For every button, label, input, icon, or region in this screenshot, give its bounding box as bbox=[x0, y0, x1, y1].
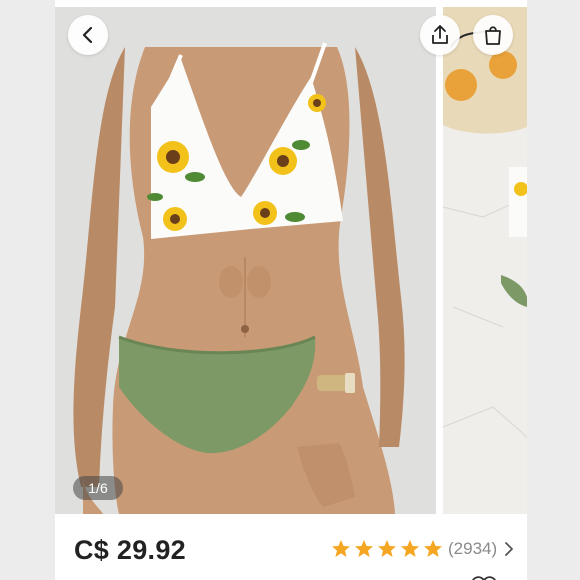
chevron-left-icon bbox=[82, 26, 93, 44]
back-button[interactable] bbox=[68, 15, 108, 55]
share-button[interactable] bbox=[420, 15, 460, 55]
model-photo bbox=[55, 7, 436, 514]
star-icon bbox=[424, 540, 442, 557]
star-icon bbox=[401, 540, 419, 557]
review-count: (2934) bbox=[448, 539, 498, 558]
shopping-bag-icon bbox=[485, 26, 501, 45]
chevron-right-icon bbox=[505, 542, 514, 556]
product-price: C$ 29.92 bbox=[74, 535, 186, 565]
heart-icon[interactable] bbox=[469, 574, 499, 580]
share-icon bbox=[432, 25, 448, 44]
shopping-bag-button[interactable] bbox=[473, 15, 513, 55]
rating-summary[interactable]: (2934) bbox=[331, 539, 515, 559]
star-icon bbox=[378, 540, 396, 557]
product-screen: 1/6 C$ 29.92 (2934) bbox=[55, 0, 527, 580]
star-icon bbox=[332, 540, 350, 557]
product-image-gallery[interactable]: 1/6 bbox=[55, 0, 527, 514]
product-next-image[interactable] bbox=[443, 7, 527, 514]
star-icon bbox=[355, 540, 373, 557]
product-info: C$ 29.92 (2934) bbox=[55, 514, 527, 580]
product-main-image[interactable] bbox=[55, 7, 436, 514]
image-counter: 1/6 bbox=[73, 476, 123, 500]
flatlay-photo bbox=[443, 7, 527, 514]
